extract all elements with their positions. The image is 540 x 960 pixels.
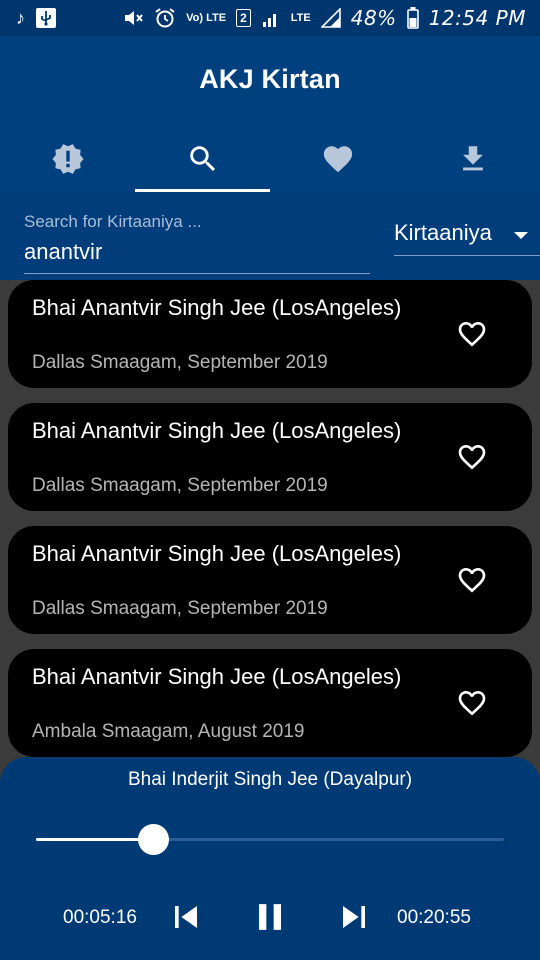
result-card[interactable]: Bhai Anantvir Singh Jee (LosAngeles) Dal… (8, 280, 532, 388)
status-right: Vo) LTE 2 LTE 48% 12:54 PM (122, 6, 526, 30)
heart-outline-icon (458, 691, 486, 716)
result-subtitle: Ambala Smaagam, August 2019 (32, 721, 305, 742)
seek-progress (36, 838, 153, 841)
app-screen: ♪ Vo) LTE 2 LTE 48% 12:54 PM AKJ Kirtan … (0, 0, 540, 960)
result-subtitle: Dallas Smaagam, September 2019 (32, 352, 328, 373)
lte-icon: LTE (290, 11, 311, 24)
player-controls: 00:05:16 00:20:55 (0, 895, 540, 939)
tab-alerts[interactable] (0, 126, 135, 192)
search-field[interactable]: Search for Kirtaaniya ... (24, 210, 370, 274)
result-title: Bhai Anantvir Singh Jee (LosAngeles) (32, 295, 402, 320)
tab-bar (0, 126, 540, 192)
result-card[interactable]: Bhai Anantvir Singh Jee (LosAngeles) Dal… (8, 403, 532, 511)
search-label: Search for Kirtaaniya ... (24, 212, 202, 231)
result-title: Bhai Anantvir Singh Jee (LosAngeles) (32, 418, 402, 443)
filter-dropdown[interactable]: Kirtaaniya (394, 210, 540, 256)
search-input[interactable] (24, 236, 370, 268)
results-list: Bhai Anantvir Singh Jee (LosAngeles) Dal… (0, 280, 540, 760)
previous-button[interactable] (164, 895, 208, 939)
skip-previous-icon (175, 906, 197, 928)
favorite-button[interactable] (456, 564, 488, 596)
tab-search[interactable] (135, 126, 270, 192)
total-time: 00:20:55 (397, 907, 471, 928)
app-title: AKJ Kirtan (199, 64, 341, 94)
battery-icon (406, 6, 419, 30)
volte-icon: Vo) LTE (186, 11, 227, 24)
filter-value: Kirtaaniya (394, 219, 492, 245)
tab-favorites[interactable] (270, 126, 405, 192)
result-title: Bhai Anantvir Singh Jee (LosAngeles) (32, 664, 402, 689)
battery-percentage: 48% (350, 6, 397, 30)
result-subtitle: Dallas Smaagam, September 2019 (32, 598, 328, 619)
pause-icon (259, 904, 281, 930)
status-left: ♪ (16, 6, 57, 30)
next-button[interactable] (332, 895, 376, 939)
skip-next-icon (343, 906, 365, 928)
favorite-button[interactable] (456, 318, 488, 350)
app-bar: AKJ Kirtan (0, 36, 540, 192)
mute-icon (122, 6, 144, 30)
pause-button[interactable] (248, 895, 292, 939)
status-time: 12:54 PM (428, 6, 526, 30)
signal-2-icon (320, 6, 341, 30)
heart-outline-icon (458, 445, 486, 470)
result-card[interactable]: Bhai Anantvir Singh Jee (LosAngeles) Dal… (8, 526, 532, 634)
now-playing-title: Bhai Inderjit Singh Jee (Dayalpur) (127, 769, 413, 790)
usb-icon (35, 6, 57, 30)
result-title: Bhai Anantvir Singh Jee (LosAngeles) (32, 541, 402, 566)
result-subtitle: Dallas Smaagam, September 2019 (32, 475, 328, 496)
elapsed-time: 00:05:16 (63, 907, 137, 928)
search-icon (189, 146, 215, 172)
signal-icon (261, 6, 281, 30)
search-bar: Search for Kirtaaniya ... Kirtaaniya (0, 192, 540, 280)
tab-downloads[interactable] (405, 126, 540, 192)
dropdown-arrow-icon (514, 232, 528, 239)
alert-icon (51, 144, 84, 174)
heart-outline-icon (458, 322, 486, 347)
status-bar: ♪ Vo) LTE 2 LTE 48% 12:54 PM (0, 0, 540, 36)
sim2-icon: 2 (236, 9, 251, 27)
heart-outline-icon (458, 568, 486, 593)
download-icon (462, 146, 483, 171)
audio-player: Bhai Inderjit Singh Jee (Dayalpur) 00:05… (0, 757, 540, 960)
favorite-button[interactable] (456, 441, 488, 473)
alarm-icon (154, 6, 176, 30)
seek-bar[interactable] (36, 824, 504, 855)
result-card[interactable]: Bhai Anantvir Singh Jee (LosAngeles) Amb… (8, 649, 532, 757)
music-note-icon: ♪ (16, 8, 25, 28)
favorite-button[interactable] (456, 687, 488, 719)
heart-icon (323, 146, 352, 173)
seek-thumb[interactable] (138, 824, 169, 855)
